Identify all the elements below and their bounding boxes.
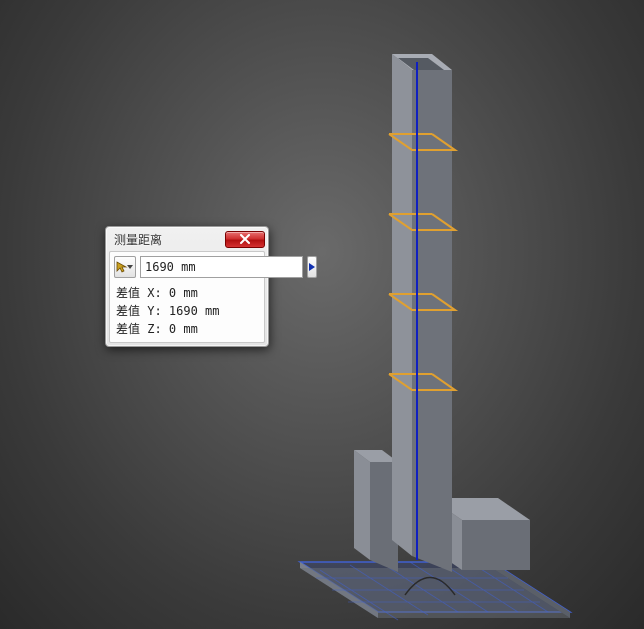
delta-y-value: 1690 mm — [169, 304, 220, 318]
dialog-body: 差值 X: 0 mm 差值 Y: 1690 mm 差值 Z: 0 mm — [109, 251, 265, 343]
selection-mode-dropdown[interactable] — [114, 256, 136, 278]
dialog-titlebar[interactable]: 测量距离 — [106, 227, 268, 251]
measure-value-field[interactable] — [140, 256, 303, 278]
measure-distance-dialog[interactable]: 测量距离 差值 X: 0 mm 差值 Y: 1690 mm 差值 Z: 0 — [105, 226, 269, 347]
expand-button[interactable] — [307, 256, 317, 278]
delta-z-value: 0 mm — [169, 322, 198, 336]
delta-z-row: 差值 Z: 0 mm — [114, 320, 260, 338]
base-plate — [300, 562, 570, 620]
measure-input-row — [114, 256, 260, 278]
close-icon — [239, 234, 251, 244]
close-button[interactable] — [225, 231, 265, 248]
block-left — [354, 450, 398, 572]
dialog-title: 测量距离 — [114, 231, 162, 248]
cad-viewport[interactable] — [0, 0, 644, 629]
play-icon — [308, 262, 316, 272]
tower — [392, 54, 452, 572]
delta-y-row: 差值 Y: 1690 mm — [114, 302, 260, 320]
delta-x-value: 0 mm — [169, 286, 198, 300]
model-scene — [0, 0, 644, 629]
delta-x-row: 差值 X: 0 mm — [114, 284, 260, 302]
